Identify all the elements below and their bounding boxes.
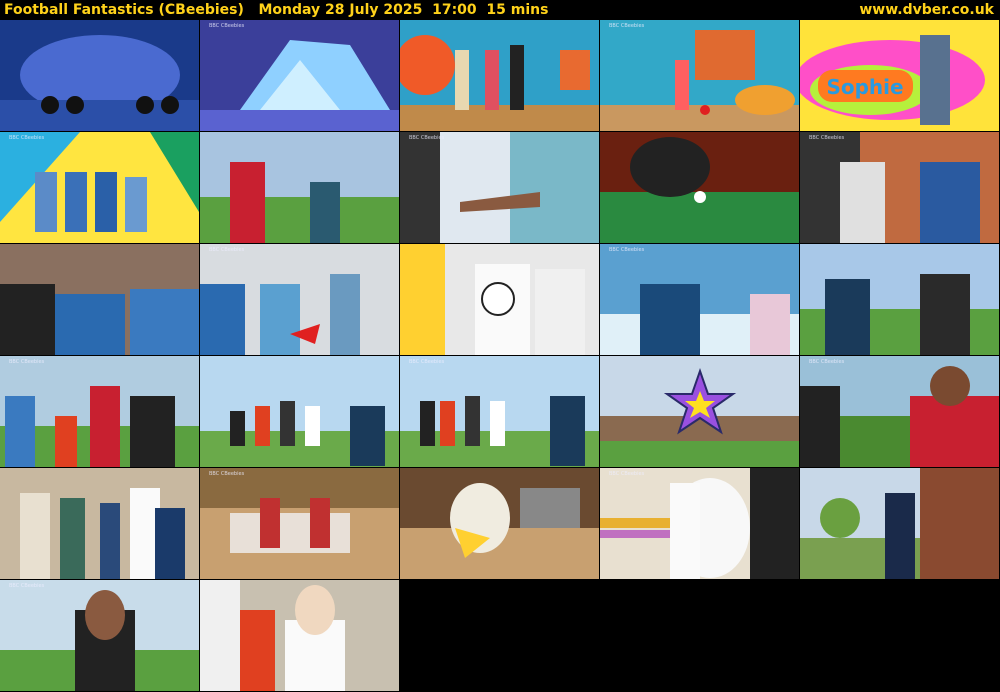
thumbnail-purple-star-clubhouse[interactable] xyxy=(600,356,799,467)
thumbnail-table-football[interactable] xyxy=(600,132,799,243)
thumbnail-smiling-coach[interactable]: BBC CBeebies xyxy=(600,244,799,355)
bbc-cbeebies-watermark: BBC CBeebies xyxy=(409,359,445,365)
thumbnail-kit-bag-closeup[interactable]: BBC CBeebies xyxy=(200,468,399,579)
svg-text:Sophie: Sophie xyxy=(826,75,903,99)
bbc-cbeebies-watermark: BBC CBeebies xyxy=(809,359,845,365)
thumbnail-girl-on-field[interactable]: BBC CBeebies xyxy=(0,580,199,691)
bbc-cbeebies-watermark: BBC CBeebies xyxy=(209,23,245,29)
thumbnail-two-kids-indoors[interactable]: BBC CBeebies xyxy=(800,132,999,243)
bbc-cbeebies-watermark: BBC CBeebies xyxy=(9,359,45,365)
thumbnail-man-in-garden[interactable] xyxy=(800,468,999,579)
thumbnail-blue-ice-land[interactable]: BBC CBeebies xyxy=(200,20,399,131)
thumbnail-colourful-studio-presenters[interactable] xyxy=(400,20,599,131)
thumbnail-studio-ball-play[interactable]: BBC CBeebies xyxy=(600,20,799,131)
bbc-cbeebies-watermark: BBC CBeebies xyxy=(209,471,245,477)
thumbnail-girl-in-white-shirt[interactable] xyxy=(200,580,399,691)
thumbnail-boy-red-jacket-closeup[interactable]: BBC CBeebies xyxy=(800,356,999,467)
site-link[interactable]: www.dvber.co.uk xyxy=(859,0,994,20)
programme-title: Football Fantastics (CBeebies) Monday 28… xyxy=(4,2,549,18)
bbc-cbeebies-watermark: BBC CBeebies xyxy=(9,135,45,141)
thumbnail-team-group-outdoors[interactable] xyxy=(200,356,399,467)
thumbnail-kids-in-corridor[interactable]: BBC CBeebies xyxy=(200,244,399,355)
thumbnail-group-of-kids-talking[interactable] xyxy=(0,244,199,355)
bbc-cbeebies-watermark: BBC CBeebies xyxy=(409,135,445,141)
thumbnail-kitchen-mascot[interactable] xyxy=(400,468,599,579)
thumbnail-mascot-by-chalkboard[interactable]: BBC CBeebies xyxy=(600,468,799,579)
thumbnail-boy-in-red-jacket-field[interactable] xyxy=(200,132,399,243)
thumbnail-two-girls-on-pitch[interactable] xyxy=(800,244,999,355)
thumbnail-sophie-caption[interactable]: Sophie xyxy=(800,20,999,131)
bbc-cbeebies-watermark: BBC CBeebies xyxy=(609,23,645,29)
thumbnail-kids-on-colour-background[interactable]: BBC CBeebies xyxy=(0,132,199,243)
thumbnail-grid: BBC CBeebies BBC CBeebies Sophie BBC CBeebi… xyxy=(0,20,1000,692)
bbc-cbeebies-watermark: BBC CBeebies xyxy=(809,135,845,141)
bbc-cbeebies-watermark: BBC CBeebies xyxy=(9,583,45,589)
bbc-cbeebies-watermark: BBC CBeebies xyxy=(609,471,645,477)
thumbnail-kids-on-field[interactable]: BBC CBeebies xyxy=(0,356,199,467)
thumbnail-pointing-hand[interactable]: BBC CBeebies xyxy=(400,132,599,243)
thumbnail-penguin-ice-cave[interactable] xyxy=(0,20,199,131)
bbc-cbeebies-watermark: BBC CBeebies xyxy=(209,247,245,253)
thumbnail-corridor-with-mascot[interactable] xyxy=(0,468,199,579)
thumbnail-white-mascot-with-ball[interactable] xyxy=(400,244,599,355)
thumbnail-team-group-outdoors-2[interactable]: BBC CBeebies xyxy=(400,356,599,467)
bbc-cbeebies-watermark: BBC CBeebies xyxy=(609,247,645,253)
header-bar: Football Fantastics (CBeebies) Monday 28… xyxy=(0,0,1000,20)
